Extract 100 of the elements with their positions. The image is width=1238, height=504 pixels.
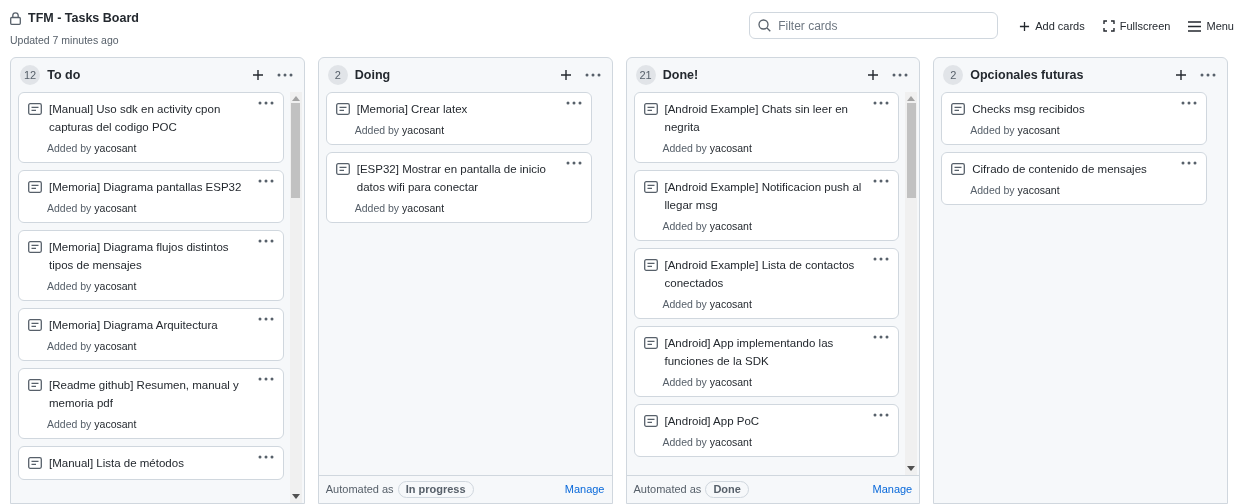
more-icon[interactable] xyxy=(257,316,274,322)
more-icon[interactable] xyxy=(257,238,274,244)
column-title: Doing xyxy=(354,66,392,84)
board-title: TFM - Tasks Board xyxy=(28,10,139,27)
filter-field[interactable]: Filter cards xyxy=(749,12,999,39)
more-icon[interactable] xyxy=(873,412,890,418)
note-icon xyxy=(643,103,658,115)
task-card[interactable]: [Android] App PoC Added by yacosant xyxy=(633,404,900,457)
note-icon xyxy=(643,415,658,427)
card-meta: Added by yacosant xyxy=(46,339,138,353)
more-icon[interactable] xyxy=(257,376,274,382)
note-icon xyxy=(28,181,42,193)
task-card[interactable]: [Readme github] Resumen, manual y memoria pdf Added by yacosant xyxy=(18,368,284,439)
card-meta: Added by yacosant xyxy=(353,201,446,215)
more-icon[interactable] xyxy=(873,178,890,184)
task-card[interactable]: [Memoria] Crear latex Added by yacosant xyxy=(325,92,592,145)
more-icon[interactable] xyxy=(873,100,890,106)
task-card[interactable]: [Android Example] Notificacion push al llegar msg Added by yacosant xyxy=(633,170,900,241)
manage-link[interactable]: Manage xyxy=(872,481,913,498)
card-meta: Added by yacosant xyxy=(661,297,753,311)
more-icon[interactable] xyxy=(257,100,274,106)
automation-label: Automated as xyxy=(325,482,394,498)
automation-label: Automated as xyxy=(633,482,702,498)
card-title: [Readme github] Resumen, manual y memoria pdf xyxy=(49,378,240,411)
more-icon[interactable] xyxy=(892,72,909,78)
more-icon[interactable] xyxy=(873,334,890,340)
note-icon xyxy=(28,319,42,331)
scrollbar-thumb[interactable] xyxy=(291,103,301,198)
more-icon[interactable] xyxy=(276,72,293,78)
card-title: [Android] App PoC xyxy=(664,414,761,429)
task-card[interactable]: [Memoria] Diagrama flujos distintos tipos de mensajes Added by yacosant xyxy=(18,230,284,301)
note-icon xyxy=(28,241,42,253)
card-title: [ESP32] Mostrar en pantalla de inicio datos wifi para conectar xyxy=(356,162,547,195)
toolbar-button[interactable]: Add cards xyxy=(1019,18,1085,35)
toolbar-button[interactable]: Menu xyxy=(1188,18,1234,35)
note-icon xyxy=(951,103,966,115)
more-icon[interactable] xyxy=(1181,160,1197,166)
card-meta: Added by yacosant xyxy=(969,183,1061,197)
card-count: 2 xyxy=(327,65,348,85)
card-meta: Added by yacosant xyxy=(46,201,138,215)
task-card[interactable]: [Android] App implementando las funciones de la SDK Added by yacosant xyxy=(633,326,900,397)
card-meta: Added by yacosant xyxy=(46,279,138,293)
more-icon[interactable] xyxy=(257,454,274,460)
more-icon[interactable] xyxy=(565,100,582,106)
task-card[interactable]: [Android Example] Chats sin leer en negrita Added by yacosant xyxy=(633,92,900,163)
plus-icon[interactable] xyxy=(867,69,880,81)
note-icon xyxy=(643,181,658,193)
updated-text: Updated 7 minutes ago xyxy=(10,32,120,48)
task-card[interactable]: [Manual] Lista de métodos xyxy=(18,446,284,480)
more-icon[interactable] xyxy=(1200,72,1216,78)
card-title: [Memoria] Diagrama pantallas ESP32 xyxy=(49,180,243,195)
toolbar-button[interactable]: Fullscreen xyxy=(1102,18,1171,35)
more-icon[interactable] xyxy=(873,256,890,262)
more-icon[interactable] xyxy=(257,178,274,184)
card-meta: Added by yacosant xyxy=(46,417,138,431)
scrollbar[interactable] xyxy=(289,92,302,503)
card-meta: Added by yacosant xyxy=(661,219,753,233)
note-icon xyxy=(951,163,966,175)
task-card[interactable]: [ESP32] Mostrar en pantalla de inicio datos wifi para conectar Added by yacosant xyxy=(325,152,592,223)
card-title: [Manual] Uso sdk en activity cpon capturas del codigo POC xyxy=(49,102,222,135)
task-card[interactable]: Checks msg recibidos Added by yacosant xyxy=(941,92,1207,145)
card-meta: Added by yacosant xyxy=(661,141,753,155)
note-icon xyxy=(28,103,42,115)
note-icon xyxy=(28,379,42,391)
plus-icon[interactable] xyxy=(559,69,572,81)
card-title: [Android Example] Lista de contactos conectados xyxy=(664,258,856,291)
more-icon[interactable] xyxy=(584,72,601,78)
card-title: [Memoria] Diagrama Arquitectura xyxy=(49,318,219,333)
card-count: 21 xyxy=(635,65,656,85)
plus-icon[interactable] xyxy=(1175,69,1187,81)
more-icon[interactable] xyxy=(565,160,582,166)
task-card[interactable]: Cifrado de contenido de mensajes Added by yacosant xyxy=(941,152,1207,205)
scroll-down-icon[interactable] xyxy=(291,494,300,500)
task-card[interactable]: [Manual] Uso sdk en activity cpon capturas del codigo POC Added by yacosant xyxy=(18,92,284,163)
card-meta: Added by yacosant xyxy=(661,435,753,449)
manage-link[interactable]: Manage xyxy=(564,481,605,498)
scrollbar-thumb[interactable] xyxy=(906,103,916,198)
card-title: [Memoria] Diagrama flujos distintos tipos de mensajes xyxy=(49,240,230,273)
column-title: Opcionales futuras xyxy=(970,66,1085,84)
task-card[interactable]: [Memoria] Diagrama Arquitectura Added by yacosant xyxy=(18,308,284,361)
card-title: [Android Example] Notificacion push al llegar msg xyxy=(664,180,863,213)
task-card[interactable]: [Android Example] Lista de contactos conectados Added by yacosant xyxy=(633,248,900,319)
more-icon[interactable] xyxy=(1181,100,1197,106)
card-meta: Added by yacosant xyxy=(353,123,446,137)
card-count: 12 xyxy=(20,65,41,85)
card-meta: Added by yacosant xyxy=(969,123,1061,137)
search-icon xyxy=(758,19,772,32)
task-card[interactable]: [Memoria] Diagrama pantallas ESP32 Added by yacosant xyxy=(18,170,284,223)
card-meta: Added by yacosant xyxy=(661,375,753,389)
fullscreen-icon xyxy=(1102,20,1115,33)
card-title: Checks msg recibidos xyxy=(972,102,1086,117)
menu-icon xyxy=(1188,20,1202,32)
scrollbar[interactable] xyxy=(905,92,918,475)
card-title: [Android Example] Chats sin leer en negrita xyxy=(664,102,849,135)
plus-icon[interactable] xyxy=(1019,20,1031,32)
card-count: 2 xyxy=(943,65,964,85)
card-title: [Android] App implementando las funciones de la SDK xyxy=(664,336,835,369)
scroll-down-icon[interactable] xyxy=(907,466,916,472)
card-title: Cifrado de contenido de mensajes xyxy=(972,162,1148,177)
plus-icon[interactable] xyxy=(251,69,264,81)
